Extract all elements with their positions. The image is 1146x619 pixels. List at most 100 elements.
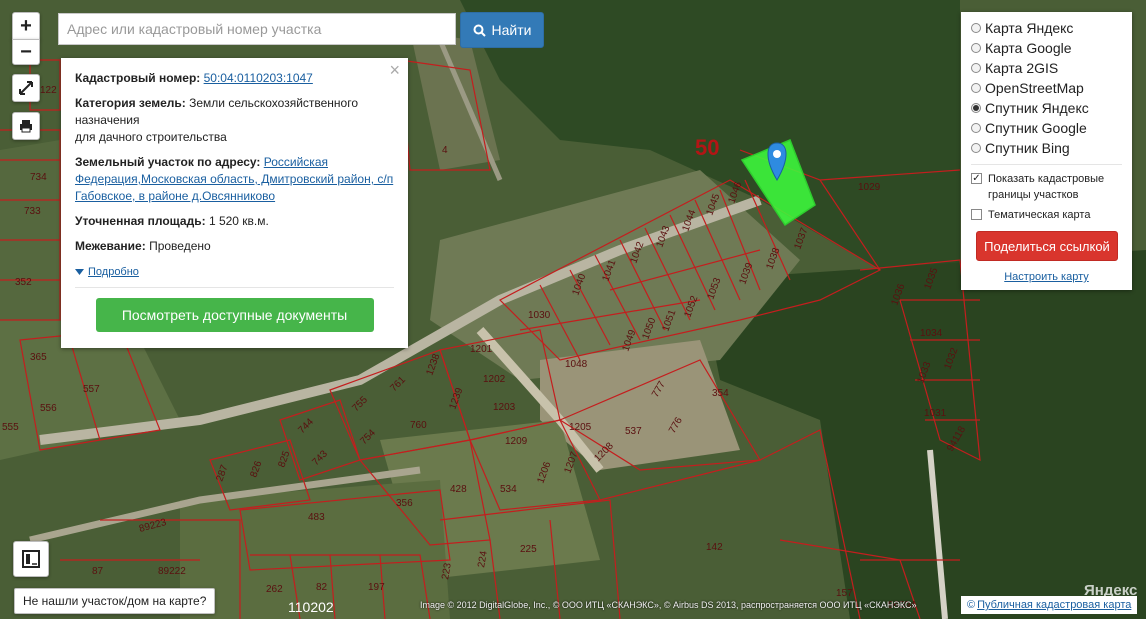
layer-option[interactable]: Карта 2GIS [971,58,1132,78]
print-button[interactable] [12,112,40,140]
plot-number-label: 760 [410,420,427,431]
layer-option-label: Карта Google [985,40,1072,56]
layer-option-label: Спутник Bing [985,140,1070,156]
share-link-button[interactable]: Поделиться ссылкой [976,231,1118,261]
search-input[interactable] [58,13,456,45]
plot-number-label: 4 [442,145,448,156]
plot-number-label: 197 [368,582,385,593]
copyright-symbol: © [967,599,976,611]
layer-option[interactable]: Спутник Яндекс [971,98,1132,118]
plot-number-label: 1205 [569,422,592,433]
divider [75,286,394,288]
zoom-out-button[interactable]: − [12,39,40,65]
plot-number-label: 734 [30,172,47,183]
configure-map-link[interactable]: Настроить карту [971,271,1122,283]
radio-button[interactable] [971,143,981,153]
details-link[interactable]: Подробно [75,264,139,281]
plot-number-label: 1203 [493,402,516,413]
plot-number-label: 82 [316,582,328,593]
printer-icon [20,120,32,133]
plot-number-label: 225 [520,544,537,555]
plot-number-label: 556 [40,403,57,414]
plot-number-label: 89222 [158,566,186,577]
survey-value: Проведено [149,239,211,253]
expand-icon [19,81,33,95]
thematic-map-label: Тематическая карта [988,209,1091,221]
checkbox[interactable]: ✓ [971,173,982,184]
plot-number-label: 1048 [565,359,588,370]
plot-number-label: 262 [266,584,283,595]
cadastral-number-link[interactable]: 50:04:0110203:1047 [204,71,313,85]
survey-row: Межевание: Проведено [75,238,394,255]
address-row: Земельный участок по адресу: Российская … [75,154,394,205]
category-label: Категория земель: [75,96,186,110]
plot-number-label: 1209 [505,436,528,447]
zoom-in-button[interactable]: + [12,12,40,40]
copyright-text: Image © 2012 DigitalGlobe, Inc., © ООО И… [420,600,917,610]
plot-number-label: 1029 [858,182,881,193]
search-button[interactable]: Найти [460,12,544,48]
layer-option[interactable]: Карта Google [971,38,1132,58]
cadastral-row: Кадастровый номер: 50:04:0110203:1047 [75,70,394,87]
plot-number-label: 1034 [920,328,943,339]
plot-number-label: 534 [500,484,517,495]
area-row: Уточненная площадь: 1 520 кв.м. [75,213,394,230]
plot-number-label: 87 [92,566,104,577]
checkbox[interactable] [971,209,982,220]
plot-number-label: 365 [30,352,47,363]
cadastral-label: Кадастровый номер: [75,71,201,85]
fullscreen-button[interactable] [12,74,40,102]
caret-down-icon [75,269,84,275]
search-icon [473,24,486,37]
cadastral-boundaries-toggle[interactable]: ✓ Показать кадастровые границы участков [971,171,1132,203]
layer-option[interactable]: Карта Яндекс [971,18,1132,38]
layer-option[interactable]: OpenStreetMap [971,78,1132,98]
view-documents-button[interactable]: Посмотреть доступные документы [95,297,374,332]
radio-button[interactable] [971,103,981,113]
plot-number-label: 354 [712,388,729,399]
source-attribution: © Публичная кадастровая карта [961,596,1138,614]
search-button-label: Найти [491,22,532,38]
area-label: Уточненная площадь: [75,214,206,228]
plot-number-label: 1202 [483,374,506,385]
plot-number-label: 733 [24,206,41,217]
plot-number-label: 537 [625,426,642,437]
category-purpose: для дачного строительства [75,130,227,144]
cadastral-map-link[interactable]: Публичная кадастровая карта [977,599,1131,611]
legend-button[interactable] [13,541,49,577]
zone-label: 50 [695,135,719,160]
plot-info-popup: × Кадастровый номер: 50:04:0110203:1047 … [61,58,408,348]
radio-button[interactable] [971,123,981,133]
plot-number-label: 428 [450,484,467,495]
divider [971,164,1122,165]
radio-button[interactable] [971,43,981,53]
radio-button[interactable] [971,83,981,93]
layer-option-label: Карта 2GIS [985,60,1059,76]
not-found-button[interactable]: Не нашли участок/дом на карте? [14,588,216,614]
plot-number-label: 157 [836,588,853,599]
layer-option[interactable]: Спутник Google [971,118,1132,138]
close-icon[interactable]: × [389,61,400,79]
plot-number-label: 483 [308,512,325,523]
plot-number-label: 142 [706,542,723,553]
details-link-label: Подробно [88,265,139,278]
plot-number-label: 1201 [470,344,493,355]
plot-number-label: 352 [15,277,32,288]
layer-option-label: Карта Яндекс [985,20,1074,36]
address-label: Земельный участок по адресу: [75,155,261,169]
plot-number-label: 356 [396,498,413,509]
radio-button[interactable] [971,63,981,73]
layer-option[interactable]: Спутник Bing [971,138,1132,158]
quarter-label: 110202 [288,599,334,615]
area-value: 1 520 кв.м. [208,214,269,228]
legend-icon [22,550,40,568]
layer-option-label: OpenStreetMap [985,80,1084,96]
plot-number-label: 555 [2,422,19,433]
radio-button[interactable] [971,23,981,33]
plot-number-label: 1031 [924,408,947,419]
survey-label: Межевание: [75,239,146,253]
plot-number-label: 557 [83,384,100,395]
thematic-map-toggle[interactable]: Тематическая карта [971,207,1132,223]
cadastral-boundaries-label: Показать кадастровые границы участков [988,173,1105,201]
layer-panel: Карта Яндекс Карта Google Карта 2GIS OpenSt… [961,12,1132,290]
